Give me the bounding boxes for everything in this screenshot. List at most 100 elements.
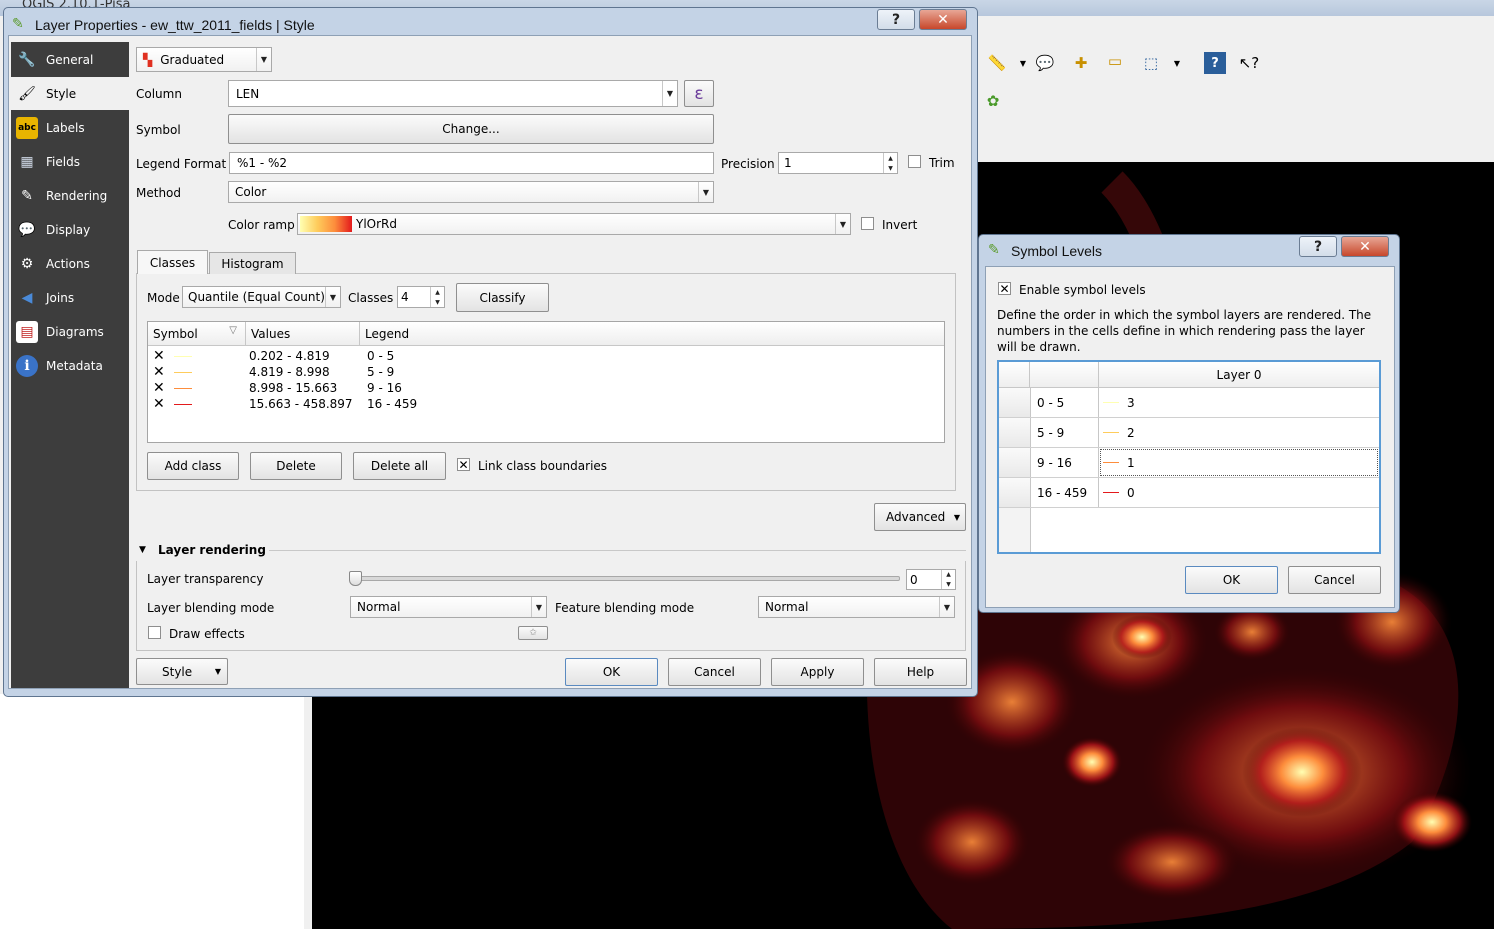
legend-format-input[interactable]: %1 - %2	[229, 152, 714, 174]
row-header[interactable]	[999, 448, 1031, 477]
symbol-line-swatch	[1103, 402, 1119, 403]
sidebar-item-style[interactable]: 🖌 Style	[11, 77, 129, 110]
precision-spinbox[interactable]: 1 ▲ ▼	[778, 152, 898, 174]
spin-arrows-icon[interactable]: ▲ ▼	[430, 287, 444, 307]
apply-button[interactable]: Apply	[771, 658, 864, 686]
trim-checkbox[interactable]	[908, 155, 921, 168]
spin-arrows-icon[interactable]: ▲ ▼	[941, 570, 955, 589]
color-ramp-combo[interactable]: YlOrRd ▼	[297, 213, 851, 235]
invert-checkbox[interactable]	[861, 217, 874, 230]
symbol-levels-cancel-button[interactable]: Cancel	[1288, 566, 1381, 594]
column-header-symbol[interactable]: Symbol ▽	[148, 322, 246, 346]
help-caption-button[interactable]: ?	[877, 9, 915, 30]
add-class-button[interactable]: Add class	[147, 452, 239, 480]
expression-button[interactable]: ε	[684, 80, 714, 107]
sidebar-item-label: General	[46, 52, 94, 67]
sidebar-item-general[interactable]: 🔧 General	[11, 43, 129, 76]
feature-blending-combo[interactable]: Normal ▼	[758, 596, 955, 618]
help-caption-button[interactable]: ?	[1299, 236, 1337, 257]
class-visible-checkbox[interactable]: ✕	[153, 349, 165, 363]
class-values: 15.663 - 458.897	[249, 397, 353, 411]
sidebar-item-labels[interactable]: abc Labels	[11, 111, 129, 144]
style-menu-button[interactable]: Style ▼	[136, 658, 228, 685]
class-visible-checkbox[interactable]: ✕	[153, 397, 165, 411]
tab-histogram[interactable]: Histogram	[209, 252, 296, 274]
symbol-level-cell[interactable]: 2	[1099, 418, 1379, 447]
close-caption-button[interactable]: ✕	[1341, 236, 1389, 257]
sidebar-item-actions[interactable]: ⚙ Actions	[11, 247, 129, 280]
symbol-level-cell[interactable]: 3	[1099, 388, 1379, 417]
layer-rendering-title[interactable]: Layer rendering	[158, 543, 266, 557]
link-boundaries-checkbox[interactable]: ✕	[457, 458, 470, 471]
draw-effects-checkbox[interactable]	[148, 626, 161, 639]
transparency-spinbox[interactable]: 0 ▲ ▼	[906, 569, 956, 590]
chevron-down-icon: ▼	[325, 287, 340, 307]
measure-ruler-icon[interactable]: 📏	[986, 52, 1008, 74]
renderer-value: Graduated	[160, 52, 225, 67]
sidebar-item-joins[interactable]: ◀ Joins	[11, 281, 129, 314]
sidebar-item-metadata[interactable]: i Metadata	[11, 349, 129, 382]
add-annotation-icon[interactable]: ✚	[1070, 52, 1092, 74]
help-button[interactable]: Help	[874, 658, 967, 686]
spin-arrows-icon[interactable]: ▲ ▼	[883, 153, 897, 173]
whats-this-icon[interactable]: ↖?	[1238, 52, 1260, 74]
delete-all-button[interactable]: Delete all	[353, 452, 446, 480]
classify-button[interactable]: Classify	[456, 283, 549, 312]
class-legend: 16 - 459	[367, 397, 418, 411]
text-annotation-icon[interactable]: ▭	[1104, 50, 1126, 72]
cancel-button[interactable]: Cancel	[668, 658, 761, 686]
table-row[interactable]: 9 - 16 1	[999, 448, 1379, 478]
select-feature-icon[interactable]: ⬚	[1140, 52, 1162, 74]
sidebar-item-display[interactable]: 💬 Display	[11, 213, 129, 246]
class-legend: 5 - 9	[367, 365, 395, 379]
classes-spinbox[interactable]: 4 ▲ ▼	[397, 286, 445, 308]
chevron-down-icon: ▼	[953, 512, 960, 522]
table-row[interactable]: 0 - 5 3	[999, 388, 1379, 418]
qgis-logo-icon: ✎	[12, 16, 24, 32]
advanced-button[interactable]: Advanced ▼	[874, 503, 966, 531]
row-header[interactable]	[999, 478, 1031, 507]
ok-button[interactable]: OK	[565, 658, 658, 686]
change-symbol-button[interactable]: Change...	[228, 114, 714, 144]
column-header-values[interactable]: Values	[246, 322, 360, 346]
transparency-slider[interactable]	[352, 576, 900, 581]
row-header[interactable]	[999, 388, 1031, 417]
sidebar-item-diagrams[interactable]: ▤ Diagrams	[11, 315, 129, 348]
class-visible-checkbox[interactable]: ✕	[153, 365, 165, 379]
mode-combo[interactable]: Quantile (Equal Count) ▼	[182, 286, 341, 308]
annotation-bubble-icon[interactable]: 💬	[1034, 52, 1056, 74]
sidebar-item-rendering[interactable]: ✎ Rendering	[11, 179, 129, 212]
slider-handle[interactable]	[349, 571, 362, 586]
column-combo[interactable]: LEN ▼	[228, 80, 678, 107]
chevron-down-icon[interactable]: ▼	[1166, 52, 1188, 74]
help-book-icon[interactable]: ?	[1204, 52, 1226, 74]
effects-star-icon[interactable]: ✩	[518, 626, 548, 640]
enable-symbol-levels-checkbox[interactable]: ✕	[998, 282, 1011, 295]
symbol-levels-ok-button[interactable]: OK	[1185, 566, 1278, 594]
symbol-level-cell[interactable]: 0	[1099, 478, 1379, 507]
graduated-icon: ▚	[143, 52, 153, 67]
chevron-down-icon[interactable]: ▼	[1012, 52, 1034, 74]
delete-class-button[interactable]: Delete	[250, 452, 342, 480]
row-header[interactable]	[999, 418, 1031, 447]
wrench-icon: 🔧	[18, 51, 36, 68]
column-header-layer-0[interactable]: Layer 0	[1099, 362, 1379, 388]
renderer-combo[interactable]: ▚ Graduated ▼	[136, 47, 272, 72]
corner-header[interactable]	[999, 362, 1030, 388]
class-visible-checkbox[interactable]: ✕	[153, 381, 165, 395]
table-row[interactable]: 16 - 459 0	[999, 478, 1379, 508]
panel-splitter[interactable]	[304, 694, 312, 929]
column-header-legend[interactable]: Legend	[360, 322, 944, 346]
close-caption-button[interactable]: ✕	[919, 9, 967, 30]
symbol-levels-table[interactable]: Layer 0 0 - 5 3 5 - 9 2 9 - 16 1 16 - 45…	[997, 360, 1381, 554]
plugin-icon[interactable]: ✿	[982, 90, 1004, 112]
tab-classes[interactable]: Classes	[137, 250, 208, 274]
table-row[interactable]: 5 - 9 2	[999, 418, 1379, 448]
layers-panel[interactable]	[0, 694, 305, 929]
layer-blending-combo[interactable]: Normal ▼	[350, 596, 547, 618]
sidebar-item-fields[interactable]: ▦ Fields	[11, 145, 129, 178]
color-ramp-label: Color ramp	[228, 218, 295, 232]
method-combo[interactable]: Color ▼	[228, 181, 714, 203]
symbol-level-cell-editing[interactable]: 1	[1099, 448, 1379, 477]
collapse-triangle-icon[interactable]: ▼	[139, 545, 146, 555]
